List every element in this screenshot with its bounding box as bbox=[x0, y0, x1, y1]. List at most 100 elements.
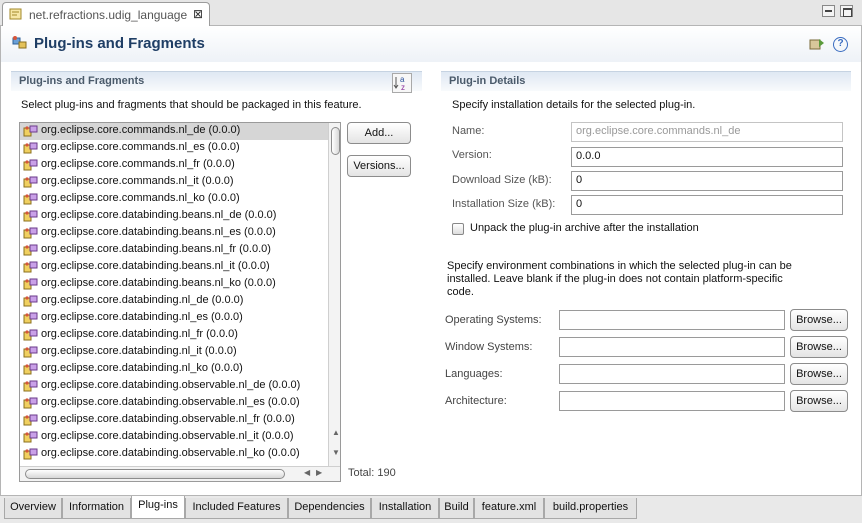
languages-field[interactable] bbox=[559, 364, 785, 384]
plugin-fragment-icon bbox=[23, 363, 38, 375]
plugin-fragment-icon bbox=[23, 312, 38, 324]
tab-installation[interactable]: Installation bbox=[371, 498, 439, 519]
list-item[interactable]: org.eclipse.core.commands.nl_es (0.0.0) bbox=[20, 140, 328, 157]
tab-feature-xml[interactable]: feature.xml bbox=[474, 498, 544, 519]
plugins-section-header: Plug-ins and Fragments az bbox=[11, 71, 422, 93]
browse-ws-button[interactable]: Browse... bbox=[790, 336, 848, 358]
minimize-icon[interactable] bbox=[822, 5, 835, 17]
tab-overview[interactable]: Overview bbox=[4, 498, 62, 519]
list-item[interactable]: org.eclipse.core.databinding.observable.… bbox=[20, 395, 328, 412]
name-field[interactable]: org.eclipse.core.commands.nl_de bbox=[571, 122, 843, 142]
add-button[interactable]: Add... bbox=[347, 122, 411, 144]
list-item-label: org.eclipse.core.databinding.observable.… bbox=[41, 413, 295, 425]
form-page: Plug-ins and Fragments ? Plug-ins and Fr… bbox=[0, 26, 862, 495]
scroll-thumb[interactable] bbox=[25, 469, 285, 479]
scroll-thumb[interactable] bbox=[331, 127, 340, 155]
plugin-fragment-icon bbox=[23, 159, 38, 171]
architecture-field[interactable] bbox=[559, 391, 785, 411]
versions-button[interactable]: Versions... bbox=[347, 155, 411, 177]
list-item[interactable]: org.eclipse.core.databinding.beans.nl_es… bbox=[20, 225, 328, 242]
details-section-header: Plug-in Details bbox=[441, 71, 851, 91]
editor-tab-bar: net.refractions.udig_language ⊠ bbox=[0, 0, 862, 26]
languages-label: Languages: bbox=[445, 368, 503, 380]
list-item[interactable]: org.eclipse.core.databinding.observable.… bbox=[20, 429, 328, 446]
list-item-label: org.eclipse.core.databinding.beans.nl_de… bbox=[41, 209, 277, 221]
list-item[interactable]: org.eclipse.core.commands.nl_ko (0.0.0) bbox=[20, 191, 328, 208]
scroll-up-icon[interactable]: ▲ bbox=[332, 428, 340, 437]
browse-os-button[interactable]: Browse... bbox=[790, 309, 848, 331]
list-item[interactable]: org.eclipse.core.databinding.beans.nl_fr… bbox=[20, 242, 328, 259]
svg-text:z: z bbox=[401, 83, 405, 92]
plugin-fragment-icon bbox=[23, 380, 38, 392]
tab-plug-ins[interactable]: Plug-ins bbox=[131, 496, 185, 519]
editor-tab[interactable]: net.refractions.udig_language ⊠ bbox=[2, 2, 210, 26]
version-field[interactable]: 0.0.0 bbox=[571, 147, 843, 167]
list-item[interactable]: org.eclipse.core.databinding.nl_fr (0.0.… bbox=[20, 327, 328, 344]
tab-dependencies[interactable]: Dependencies bbox=[288, 498, 371, 519]
list-item[interactable]: org.eclipse.core.databinding.observable.… bbox=[20, 446, 328, 463]
plugin-fragment-icon bbox=[23, 295, 38, 307]
architecture-label: Architecture: bbox=[445, 395, 507, 407]
plugin-fragment-icon bbox=[23, 193, 38, 205]
list-item[interactable]: org.eclipse.core.databinding.beans.nl_ko… bbox=[20, 276, 328, 293]
browse-architecture-button[interactable]: Browse... bbox=[790, 390, 848, 412]
name-label: Name: bbox=[452, 125, 485, 137]
env-description-line: installed. Leave blank if the plug-in do… bbox=[447, 273, 783, 285]
editor-tab-title: net.refractions.udig_language bbox=[29, 8, 188, 22]
help-icon[interactable]: ? bbox=[833, 37, 848, 52]
list-item-label: org.eclipse.core.databinding.observable.… bbox=[41, 447, 300, 459]
download-size-label: Download Size (kB): bbox=[452, 174, 552, 186]
unpack-checkbox[interactable] bbox=[452, 223, 464, 235]
list-item[interactable]: org.eclipse.core.databinding.nl_it (0.0.… bbox=[20, 344, 328, 361]
tab-information[interactable]: Information bbox=[62, 498, 131, 519]
version-label: Version: bbox=[452, 149, 492, 161]
tab-included-features[interactable]: Included Features bbox=[185, 498, 288, 519]
list-item-label: org.eclipse.core.commands.nl_ko (0.0.0) bbox=[41, 192, 240, 204]
sort-alpha-icon[interactable]: az bbox=[392, 73, 412, 93]
plugin-fragment-icon bbox=[23, 244, 38, 256]
list-item[interactable]: org.eclipse.core.commands.nl_fr (0.0.0) bbox=[20, 157, 328, 174]
total-count: Total: 190 bbox=[348, 467, 396, 479]
env-description-line: code. bbox=[447, 286, 474, 298]
page-header: Plug-ins and Fragments ? bbox=[1, 26, 861, 62]
scroll-left-icon[interactable]: ◀ bbox=[304, 468, 310, 477]
window-systems-label: Window Systems: bbox=[445, 341, 533, 353]
scroll-down-icon[interactable]: ▼ bbox=[332, 448, 340, 457]
download-size-field[interactable]: 0 bbox=[571, 171, 843, 191]
list-item[interactable]: org.eclipse.core.commands.nl_de (0.0.0) bbox=[20, 123, 328, 140]
list-item-label: org.eclipse.core.databinding.beans.nl_ko… bbox=[41, 277, 276, 289]
maximize-icon[interactable] bbox=[840, 5, 853, 17]
plugin-fragment-icon bbox=[23, 278, 38, 290]
section-title: Plug-ins and Fragments bbox=[19, 75, 145, 87]
tab-build-properties[interactable]: build.properties bbox=[544, 498, 637, 519]
list-item-label: org.eclipse.core.databinding.nl_es (0.0.… bbox=[41, 311, 243, 323]
installation-size-field[interactable]: 0 bbox=[571, 195, 843, 215]
operating-systems-field[interactable] bbox=[559, 310, 785, 330]
browse-languages-button[interactable]: Browse... bbox=[790, 363, 848, 385]
list-item-label: org.eclipse.core.databinding.observable.… bbox=[41, 396, 300, 408]
plugin-fragment-icon bbox=[23, 142, 38, 154]
scroll-right-icon[interactable]: ▶ bbox=[316, 468, 322, 477]
close-icon[interactable]: ⊠ bbox=[193, 7, 203, 21]
plugin-fragment-icon bbox=[23, 448, 38, 460]
list-item[interactable]: org.eclipse.core.databinding.beans.nl_it… bbox=[20, 259, 328, 276]
tab-build[interactable]: Build bbox=[439, 498, 474, 519]
list-item[interactable]: org.eclipse.core.databinding.nl_de (0.0.… bbox=[20, 293, 328, 310]
list-item[interactable]: org.eclipse.core.databinding.beans.nl_de… bbox=[20, 208, 328, 225]
horizontal-scrollbar[interactable]: ◀ ▶ bbox=[20, 466, 340, 481]
plugin-fragment-icon bbox=[23, 210, 38, 222]
vertical-scrollbar[interactable]: ▲ ▼ bbox=[328, 123, 340, 466]
list-item[interactable]: org.eclipse.core.databinding.nl_es (0.0.… bbox=[20, 310, 328, 327]
list-item[interactable]: org.eclipse.core.databinding.observable.… bbox=[20, 378, 328, 395]
list-item-label: org.eclipse.core.commands.nl_fr (0.0.0) bbox=[41, 158, 235, 170]
plugin-fragment-icon bbox=[23, 414, 38, 426]
list-item[interactable]: org.eclipse.core.databinding.observable.… bbox=[20, 412, 328, 429]
plugin-list[interactable]: org.eclipse.core.commands.nl_de (0.0.0) o… bbox=[19, 122, 341, 482]
plugin-fragment-icon bbox=[23, 176, 38, 188]
list-item-label: org.eclipse.core.databinding.beans.nl_es… bbox=[41, 226, 276, 238]
list-item[interactable]: org.eclipse.core.databinding.nl_ko (0.0.… bbox=[20, 361, 328, 378]
export-wizard-icon[interactable] bbox=[809, 36, 827, 52]
window-systems-field[interactable] bbox=[559, 337, 785, 357]
list-item-label: org.eclipse.core.commands.nl_de (0.0.0) bbox=[41, 124, 241, 136]
list-item[interactable]: org.eclipse.core.commands.nl_it (0.0.0) bbox=[20, 174, 328, 191]
